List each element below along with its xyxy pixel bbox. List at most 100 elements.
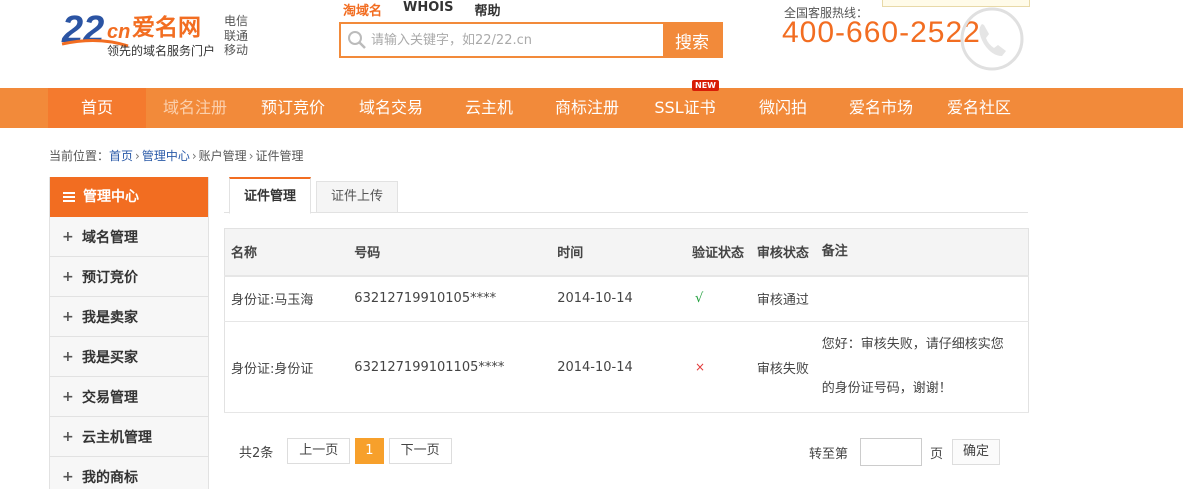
remark-line: 的身份证号码，谢谢！	[821, 381, 952, 396]
breadcrumb-label: 当前位置：	[49, 149, 110, 163]
plus-icon: +	[62, 388, 74, 405]
check-icon: √	[695, 291, 704, 307]
page-unit-label: 页	[930, 446, 944, 462]
column-header-verify: 验证状态	[692, 228, 757, 277]
plus-icon: +	[62, 268, 74, 285]
sidebar-title[interactable]: 管理中心	[50, 177, 208, 217]
cell-number: 632127199101105****	[354, 321, 558, 413]
carrier-list: 电信 联通 移动	[224, 14, 248, 58]
new-badge: NEW	[692, 80, 719, 91]
main-nav: 首页 域名注册 预订竞价 域名交易 云主机 商标注册 SSL证书 NEW 微闪拍…	[0, 80, 1183, 128]
cell-time: 2014-10-14	[557, 275, 692, 322]
nav-home[interactable]: 首页	[48, 88, 146, 128]
breadcrumb-separator: ›	[135, 149, 140, 163]
breadcrumb-separator: ›	[191, 149, 197, 163]
nav-ssl-label: SSL证书	[654, 98, 716, 117]
column-header-number: 号码	[354, 228, 558, 277]
remark-line: 您好：审核失败，请仔细核实您	[821, 337, 1004, 352]
search-tab-help[interactable]: 帮助	[475, 0, 501, 20]
breadcrumb-home[interactable]: 首页	[109, 149, 133, 163]
nav-domain-trade[interactable]: 域名交易	[342, 88, 440, 128]
search-tab-whois[interactable]: WHOIS	[403, 0, 453, 20]
current-page-button[interactable]: 1	[355, 438, 384, 464]
column-header-remark: 备注	[821, 228, 1029, 277]
cell-verify: √	[692, 275, 757, 322]
carrier-telecom: 电信	[224, 14, 249, 28]
hotline-number: 400-660-2522	[782, 16, 981, 49]
carrier-mobile: 移动	[224, 43, 249, 57]
svg-text:22: 22	[61, 9, 104, 51]
next-page-button[interactable]: 下一页	[388, 438, 452, 464]
cell-audit: 审核失败	[756, 321, 822, 413]
breadcrumb-current: 证件管理	[255, 149, 304, 163]
content-tabs: 证件管理 证件上传	[224, 177, 1028, 214]
breadcrumb-account: 账户管理	[198, 149, 247, 163]
cell-audit: 审核通过	[756, 275, 822, 322]
breadcrumb: 当前位置：首页 › 管理中心 › 账户管理 › 证件管理	[49, 147, 304, 164]
table-header-row: 名称 号码 时间 验证状态 审核状态 备注	[224, 228, 1029, 277]
pager-total: 共2条	[239, 445, 274, 461]
table-row: 身份证:身份证 632127199101105**** 2014-10-14 ×…	[224, 321, 1029, 413]
cell-verify: ×	[692, 321, 757, 413]
nav-community[interactable]: 爱名社区	[930, 88, 1028, 128]
sidebar-title-label: 管理中心	[83, 189, 139, 205]
plus-icon: +	[62, 428, 74, 445]
page-jump: 转至第 页 确定	[809, 438, 1001, 466]
sidebar-item-my-trademark[interactable]: + 我的商标	[50, 457, 208, 489]
cell-number: 63212719910105****	[354, 275, 558, 322]
nav-domain-register[interactable]: 域名注册	[146, 88, 244, 128]
column-header-name: 名称	[224, 228, 355, 277]
carrier-unicom: 联通	[224, 28, 249, 43]
search-input[interactable]	[371, 26, 661, 54]
nav-market[interactable]: 爱名市场	[832, 88, 930, 128]
plus-icon: +	[62, 308, 74, 325]
search-tab-domain[interactable]: 淘域名	[343, 0, 382, 20]
search-input-wrap	[341, 24, 663, 56]
sidebar-item-label: 云主机管理	[82, 429, 152, 446]
sidebar-item-label: 我是卖家	[82, 309, 138, 326]
cell-remark	[821, 275, 1029, 322]
nav-flash-auction[interactable]: 微闪拍	[734, 88, 832, 128]
tab-cert-upload[interactable]: 证件上传	[316, 181, 398, 213]
menu-icon	[63, 192, 75, 202]
breadcrumb-manage-center[interactable]: 管理中心	[142, 149, 190, 163]
search-box: 搜索	[339, 22, 723, 58]
sidebar: 管理中心 + 域名管理 + 预订竞价 + 我是卖家 + 我是买家 + 交易管理 + 云主机管…	[49, 177, 209, 489]
cell-name: 身份证:身份证	[224, 321, 355, 413]
sidebar-item-label: 域名管理	[82, 229, 138, 246]
tab-cert-manage[interactable]: 证件管理	[229, 177, 311, 214]
jump-label: 转至第	[809, 446, 849, 462]
nav-cloud-host[interactable]: 云主机	[440, 88, 538, 128]
sidebar-item-trade-manage[interactable]: + 交易管理	[50, 377, 208, 417]
nav-trademark[interactable]: 商标注册	[538, 88, 636, 128]
column-header-time: 时间	[557, 228, 692, 277]
plus-icon: +	[62, 468, 74, 485]
sidebar-item-label: 我是买家	[82, 349, 138, 366]
cross-icon: ×	[695, 359, 706, 374]
column-header-audit: 审核状态	[756, 228, 822, 277]
svg-text:爱名网: 爱名网	[132, 14, 201, 41]
site-header: 22 cn 爱名网 领先的域名服务门户 电信 联通 移动 淘域名 WHOIS 帮…	[0, 0, 1183, 88]
prev-page-button[interactable]: 上一页	[287, 438, 351, 464]
sidebar-item-seller[interactable]: + 我是卖家	[50, 297, 208, 337]
jump-page-input[interactable]	[860, 438, 923, 466]
nav-reserve-bid[interactable]: 预订竞价	[244, 88, 342, 128]
cert-table: 名称 号码 时间 验证状态 审核状态 备注 身份证:马玉海 6321271991…	[224, 228, 1029, 413]
sidebar-item-domain-manage[interactable]: + 域名管理	[50, 217, 208, 257]
sidebar-item-label: 交易管理	[82, 389, 138, 406]
logo-slogan: 领先的域名服务门户	[107, 44, 216, 58]
pagination: 共2条 上一页 1 下一页	[239, 438, 457, 464]
search-tabs: 淘域名 WHOIS 帮助	[343, 0, 522, 20]
table-row: 身份证:马玉海 63212719910105**** 2014-10-14 √ …	[224, 275, 1029, 322]
jump-confirm-button[interactable]: 确定	[952, 439, 1001, 465]
sidebar-item-buyer[interactable]: + 我是买家	[50, 337, 208, 377]
search-button[interactable]: 搜索	[663, 24, 721, 56]
plus-icon: +	[62, 228, 74, 245]
breadcrumb-separator: ›	[248, 149, 254, 163]
cell-time: 2014-10-14	[557, 321, 692, 413]
nav-ssl[interactable]: SSL证书 NEW	[636, 80, 734, 128]
sidebar-item-reserve-bid[interactable]: + 预订竞价	[50, 257, 208, 297]
sidebar-item-cloud-manage[interactable]: + 云主机管理	[50, 417, 208, 457]
svg-text:cn: cn	[107, 21, 130, 43]
phone-icon	[960, 7, 1024, 71]
